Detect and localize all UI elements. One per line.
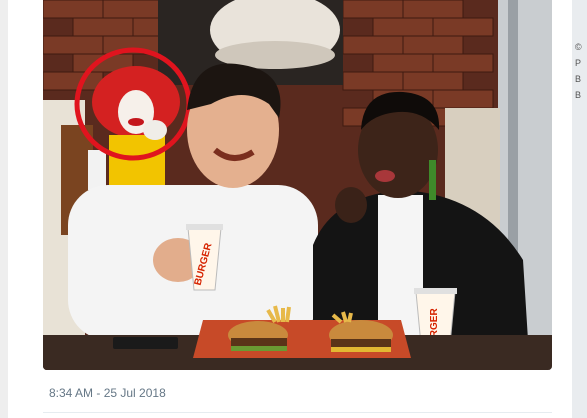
tweet-divider — [43, 412, 552, 413]
phone — [113, 337, 178, 349]
tweet-photo[interactable]: BURGER BURGER — [43, 0, 552, 370]
tweet-timestamp[interactable]: 8:34 AM - 25 Jul 2018 — [49, 386, 166, 400]
right-sidebar-snippet: © P B B — [572, 0, 587, 418]
sidebar-snippet-line: © — [575, 42, 582, 52]
sidebar-snippet-line: B — [575, 74, 582, 84]
sidebar-snippet-line: B — [575, 90, 582, 100]
restaurant-photo: BURGER BURGER — [43, 0, 552, 370]
tweet-card: BURGER BURGER 8:34 AM - 25 Jul 2018 — [8, 0, 572, 418]
sidebar-snippet-line: P — [575, 58, 582, 68]
page-left-gutter — [0, 0, 8, 418]
